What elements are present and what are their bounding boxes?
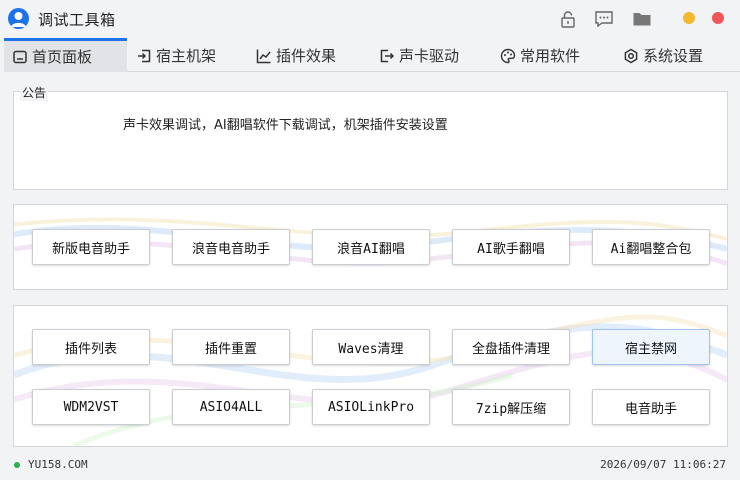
- user-avatar-icon: [8, 8, 29, 29]
- notice-panel: [13, 91, 728, 190]
- status-datetime: 2026/09/07 11:06:27: [600, 458, 726, 471]
- ai-cover-bundle-button[interactable]: Ai翻唱整合包: [592, 229, 710, 265]
- minimize-button[interactable]: [683, 12, 695, 24]
- ai-singer-cover-button[interactable]: AI歌手翻唱: [452, 229, 570, 265]
- chat-icon[interactable]: [594, 9, 614, 29]
- site-link[interactable]: YU158.COM: [28, 458, 88, 471]
- full-disk-plugin-cleanup-button[interactable]: 全盘插件清理: [452, 329, 570, 365]
- folder-icon[interactable]: [632, 9, 652, 29]
- utilities-panel: [13, 305, 728, 447]
- asio4all-button[interactable]: ASIO4ALL: [172, 389, 290, 425]
- langyin-ai-cover-button[interactable]: 浪音AI翻唱: [312, 229, 430, 265]
- settings-icon: [623, 48, 639, 64]
- tab-home[interactable]: 首页面板: [4, 38, 127, 72]
- 7zip-button[interactable]: 7zip解压缩: [452, 389, 570, 425]
- app-title: 调试工具箱: [38, 11, 116, 29]
- lock-icon[interactable]: [558, 9, 578, 29]
- exit-icon: [379, 48, 395, 64]
- swirl-decoration: [14, 314, 727, 446]
- online-status-icon: [14, 462, 20, 468]
- wdm2vst-button[interactable]: WDM2VST: [32, 389, 150, 425]
- tab-system-settings[interactable]: 系统设置: [623, 40, 703, 71]
- close-button[interactable]: [712, 12, 724, 24]
- waves-cleanup-button[interactable]: Waves清理: [312, 329, 430, 365]
- tab-soundcard-driver[interactable]: 声卡驱动: [379, 40, 459, 71]
- title-bar: 调试工具箱: [0, 0, 740, 38]
- chart-icon: [256, 48, 272, 64]
- tab-common-software[interactable]: 常用软件: [500, 40, 580, 71]
- palette-icon: [500, 48, 516, 64]
- notice-text: 声卡效果调试，AI翻唱软件下载调试，机架插件安装设置: [123, 118, 448, 133]
- home-icon: [12, 49, 28, 65]
- notice-legend: 公告: [20, 84, 49, 101]
- tab-host-rack[interactable]: 宿主机架: [136, 40, 216, 71]
- tab-bar: 首页面板 宿主机架 插件效果 声卡驱动 常用软件 系统设置: [4, 38, 740, 72]
- autotune-assistant-button[interactable]: 电音助手: [592, 389, 710, 425]
- langyin-autotune-assistant-button[interactable]: 浪音电音助手: [172, 229, 290, 265]
- plugin-list-button[interactable]: 插件列表: [32, 329, 150, 365]
- plugin-reset-button[interactable]: 插件重置: [172, 329, 290, 365]
- login-icon: [136, 48, 152, 64]
- tab-plugin-effects[interactable]: 插件效果: [256, 40, 336, 71]
- new-autotune-assistant-button[interactable]: 新版电音助手: [32, 229, 150, 265]
- host-network-block-button[interactable]: 宿主禁网: [592, 329, 710, 365]
- asiolinkpro-button[interactable]: ASIOLinkPro: [312, 389, 430, 425]
